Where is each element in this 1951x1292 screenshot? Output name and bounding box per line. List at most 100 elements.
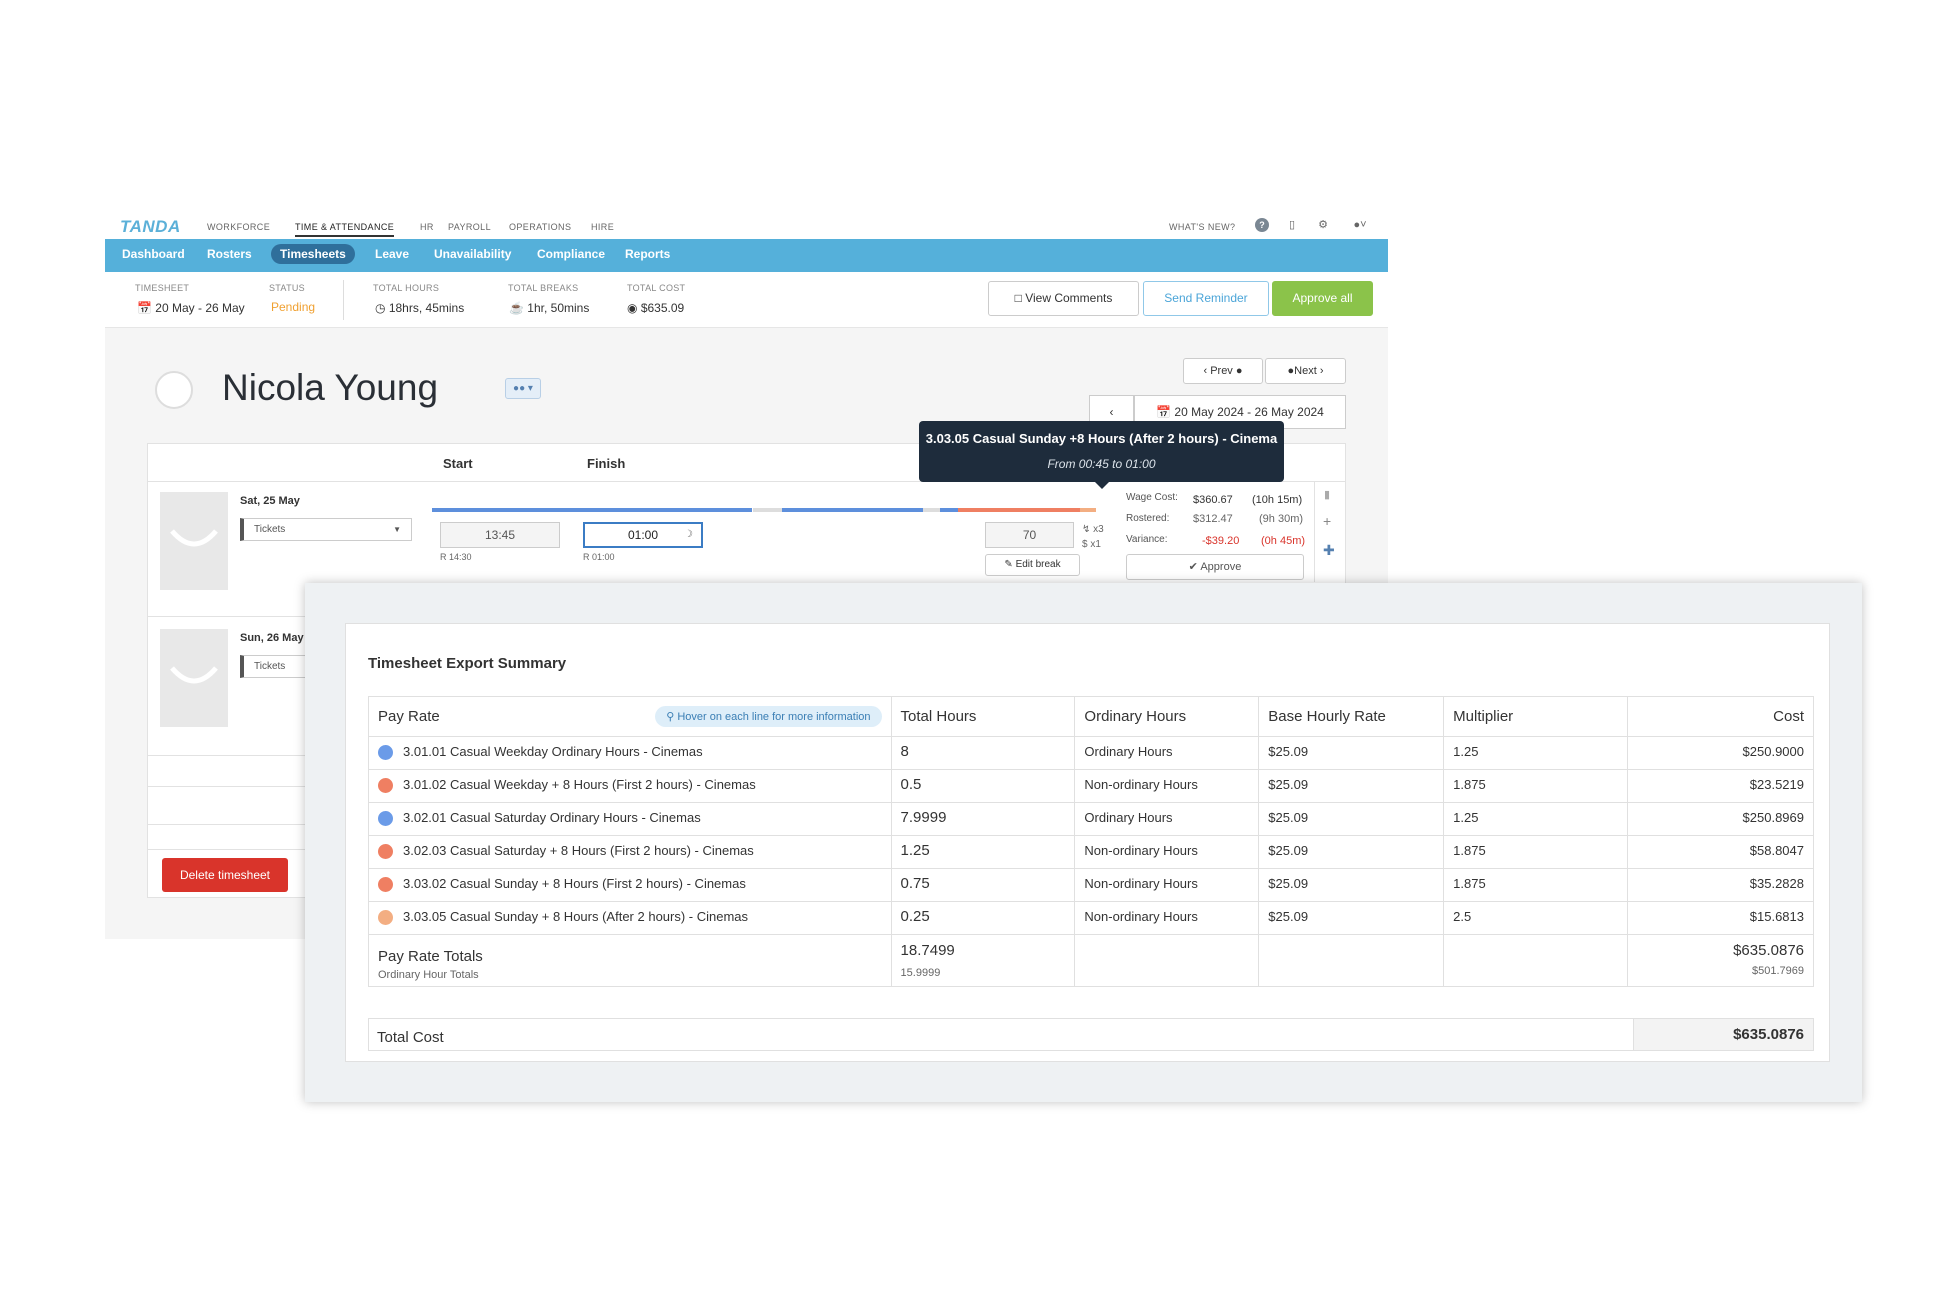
pay-rate-row[interactable]: 3.01.02 Casual Weekday + 8 Hours (First …: [368, 769, 1814, 803]
break-multiplier-b: $ x1: [1082, 539, 1101, 550]
shift-timeline-segment[interactable]: [432, 508, 752, 512]
gear-icon[interactable]: ⚙: [1316, 218, 1330, 232]
total-breaks-label: TOTAL BREAKS: [508, 283, 579, 293]
hover-hint-pill: ⚲ Hover on each line for more informatio…: [655, 706, 882, 727]
rostered-finish: R 01:00: [583, 552, 615, 562]
pay-rate-cell: 3.02.03 Casual Saturday + 8 Hours (First…: [368, 835, 892, 869]
user-account-icon[interactable]: ●˅: [1348, 218, 1372, 232]
totals-empty-cell: [1258, 934, 1445, 987]
wage-cost-label: Wage Cost:: [1126, 492, 1178, 503]
nav-payroll[interactable]: PAYROLL: [448, 222, 491, 232]
view-comments-button[interactable]: □ View Comments: [988, 281, 1139, 316]
tanda-logo[interactable]: TANDA: [120, 217, 181, 237]
export-summary-card: Timesheet Export Summary Pay Rate ⚲ Hover…: [305, 583, 1862, 1102]
finish-column-header: Finish: [587, 456, 626, 471]
total-breaks-text: 1hr, 50mins: [527, 301, 590, 315]
total-hours-cell: 0.75: [890, 868, 1076, 902]
sub-navigation: Dashboard Rosters Timesheets Leave Unava…: [105, 239, 1388, 272]
tab-dashboard[interactable]: Dashboard: [122, 247, 185, 261]
pay-rate-row[interactable]: 3.02.03 Casual Saturday + 8 Hours (First…: [368, 835, 1814, 869]
multiplier-cell-text: 1.875: [1453, 876, 1486, 891]
delete-timesheet-button[interactable]: Delete timesheet: [162, 858, 288, 892]
chat-icon[interactable]: ▯: [1285, 218, 1299, 232]
team-select[interactable]: Tickets ▼: [240, 518, 412, 541]
approve-all-button[interactable]: Approve all: [1272, 281, 1373, 316]
team-dropdown-button[interactable]: ●● ▾: [505, 378, 541, 399]
multiplier-cell: 1.25: [1443, 802, 1629, 836]
cost-cell: $250.8969: [1627, 802, 1814, 836]
pay-rate-cell: 3.03.02 Casual Sunday + 8 Hours (First 2…: [368, 868, 892, 902]
trash-icon[interactable]: ▮: [1324, 488, 1330, 501]
multiplier-cell: 1.875: [1443, 769, 1629, 803]
whats-new-link[interactable]: WHAT'S NEW?: [1169, 222, 1235, 232]
edit-break-button[interactable]: ✎ Edit break: [985, 554, 1080, 576]
tab-unavailability[interactable]: Unavailability: [434, 247, 511, 261]
nav-time-attendance[interactable]: TIME & ATTENDANCE: [295, 222, 395, 237]
cost-cell-text: $58.8047: [1749, 843, 1804, 858]
pay-rate-color-dot: [378, 844, 393, 859]
pay-rate-cell: 3.01.01 Casual Weekday Ordinary Hours - …: [368, 736, 892, 770]
totals-cost: $635.0876: [1733, 942, 1804, 959]
timesheet-range-text: 20 May - 26 May: [155, 301, 245, 315]
pay-rate-row[interactable]: 3.03.05 Casual Sunday + 8 Hours (After 2…: [368, 901, 1814, 935]
add-break-icon[interactable]: ✚: [1323, 542, 1335, 559]
break-minutes-input[interactable]: 70: [985, 522, 1074, 548]
tab-leave[interactable]: Leave: [375, 247, 409, 261]
shift-timeline-segment[interactable]: [782, 508, 923, 512]
nav-hr[interactable]: HR: [420, 222, 434, 232]
actions-divider: [1314, 482, 1315, 582]
tab-compliance[interactable]: Compliance: [537, 247, 605, 261]
pay-rate-row[interactable]: 3.02.01 Casual Saturday Ordinary Hours -…: [368, 802, 1814, 836]
prev-employee-button[interactable]: ‹ Prev ●: [1183, 358, 1263, 384]
nav-workforce[interactable]: WORKFORCE: [207, 222, 270, 232]
pay-rate-cell: 3.01.02 Casual Weekday + 8 Hours (First …: [368, 769, 892, 803]
tab-rosters[interactable]: Rosters: [207, 247, 252, 261]
ordinary-hours-cell-text: Ordinary Hours: [1084, 810, 1173, 825]
start-time-input[interactable]: 13:45: [440, 522, 560, 548]
ordinary-hours-cell-text: Non-ordinary Hours: [1084, 843, 1198, 858]
next-label: Next: [1294, 365, 1317, 377]
shift-timeline-break[interactable]: [923, 508, 940, 512]
wage-cost: $360.67: [1193, 494, 1233, 506]
cost-cell-text: $23.5219: [1749, 777, 1804, 792]
ordinary-hours-cell-text: Ordinary Hours: [1084, 744, 1173, 759]
shift-timeline-segment[interactable]: [940, 508, 958, 512]
ordinary-hours-cell: Ordinary Hours: [1074, 736, 1260, 770]
multiplier-cell-text: 1.25: [1453, 810, 1479, 825]
ordinary-totals-hours: 15.9999: [900, 967, 941, 979]
next-employee-button[interactable]: ●Next ›: [1265, 358, 1346, 384]
total-hours-cell: 0.25: [890, 901, 1076, 935]
base-rate-header: Base Hourly Rate: [1258, 696, 1445, 737]
calendar-icon: 📅: [137, 301, 152, 315]
pin-icon: ⚲: [666, 711, 675, 723]
nav-operations[interactable]: OPERATIONS: [509, 222, 571, 232]
total-hours-cell: 0.5: [890, 769, 1076, 803]
pay-rate-totals-label: Pay Rate Totals: [378, 948, 483, 965]
cost-cell-text: $15.6813: [1749, 909, 1804, 924]
add-shift-icon[interactable]: +: [1323, 513, 1331, 529]
totals-empty-cell: [1443, 934, 1629, 987]
help-icon[interactable]: ?: [1255, 218, 1269, 232]
approve-shift-button[interactable]: ✔ Approve: [1126, 554, 1304, 580]
base-rate-cell: $25.09: [1258, 901, 1445, 935]
tab-reports[interactable]: Reports: [625, 247, 670, 261]
total-cost-text: $635.09: [640, 301, 685, 315]
variance-hours: (0h 45m): [1261, 535, 1306, 547]
shift-timeline-overtime[interactable]: [958, 508, 1080, 512]
nav-hire[interactable]: HIRE: [591, 222, 614, 232]
pay-rate-header-text: Pay Rate: [378, 708, 440, 725]
total-cost-cell: $635.0876: [1633, 1019, 1813, 1050]
send-reminder-button[interactable]: Send Reminder: [1143, 281, 1269, 316]
pay-rate-row[interactable]: 3.01.01 Casual Weekday Ordinary Hours - …: [368, 736, 1814, 770]
tab-timesheets[interactable]: Timesheets: [271, 244, 355, 264]
finish-time-input[interactable]: 01:00 ☽: [583, 522, 703, 548]
approve-shift-label: Approve: [1200, 561, 1242, 573]
total-cost-row: Total Cost $635.0876: [368, 1018, 1814, 1051]
shift-timeline-break[interactable]: [753, 508, 782, 512]
total-cost-value: $635.0876: [1733, 1026, 1804, 1043]
pay-rate-color-dot: [378, 877, 393, 892]
pay-rate-row[interactable]: 3.03.02 Casual Sunday + 8 Hours (First 2…: [368, 868, 1814, 902]
shift-timeline-overtime-late[interactable]: [1080, 508, 1096, 512]
totals-hours: 18.7499: [900, 942, 955, 959]
export-summary-title: Timesheet Export Summary: [368, 655, 567, 672]
